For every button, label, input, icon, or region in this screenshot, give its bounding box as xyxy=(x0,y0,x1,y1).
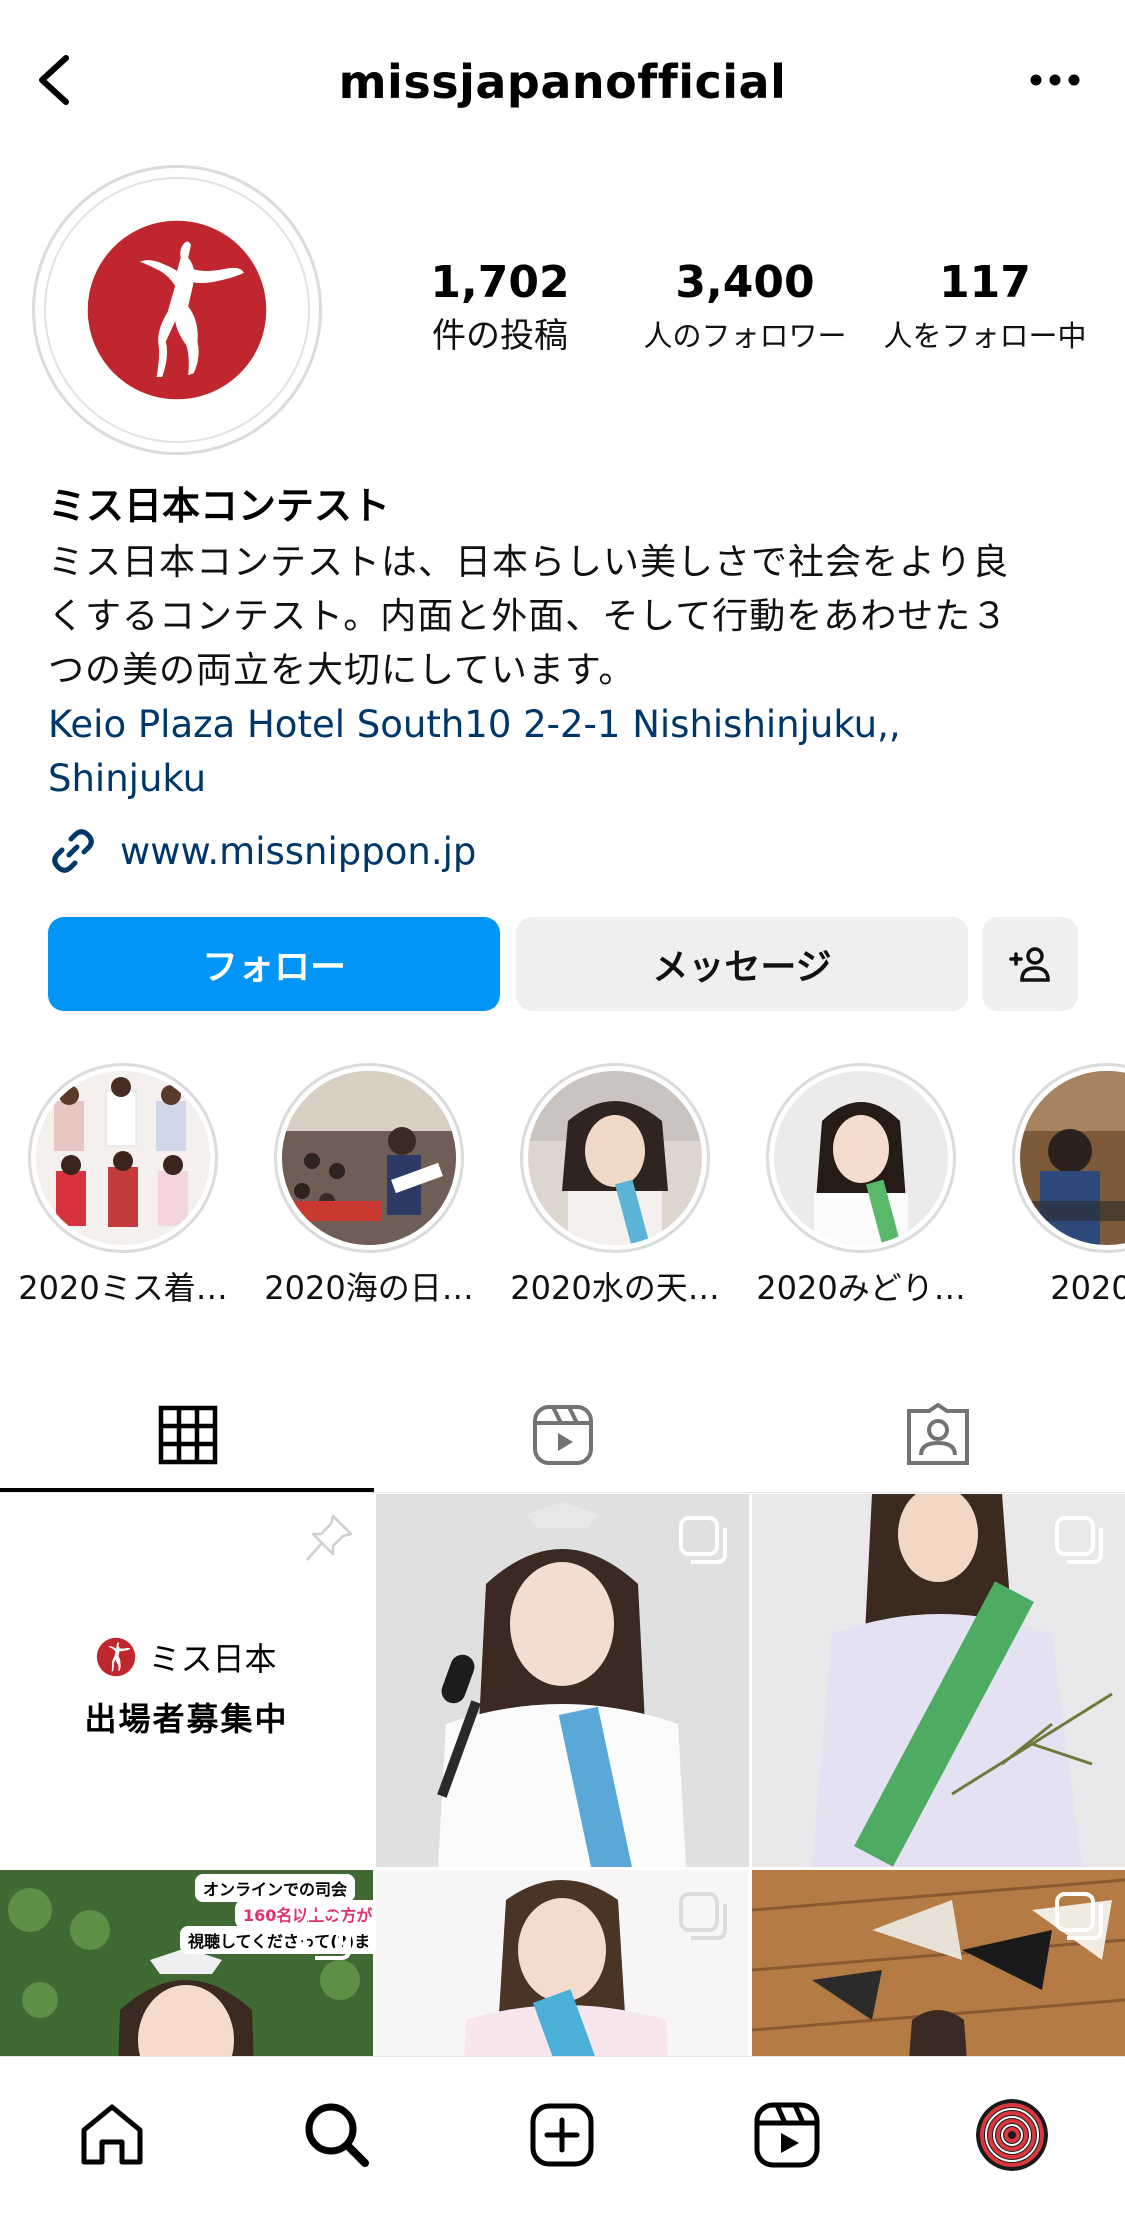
pin-icon xyxy=(306,1514,353,1561)
profile-stats: 1,702 件の投稿 3,400 人のフォロワー 117 人をフォロー中 xyxy=(400,255,1100,375)
nav-home[interactable] xyxy=(72,2095,152,2175)
highlight-item[interactable]: 2020海の日… xyxy=(254,1063,484,1313)
post-thumbnail[interactable] xyxy=(376,1870,749,2056)
highlight-cover-image xyxy=(1020,1071,1125,1245)
location-line: Keio Plaza Hotel South10 2-2-1 Nishishin… xyxy=(48,703,901,746)
highlight-label: 2020ク xyxy=(1050,1269,1125,1307)
highlight-cover-image xyxy=(282,1071,456,1245)
link-icon xyxy=(48,826,98,876)
following-count: 117 xyxy=(939,257,1031,308)
recruit-headline: 出場者募集中 xyxy=(84,1700,289,1738)
nav-create-post[interactable] xyxy=(522,2095,602,2175)
multi-photo-icon xyxy=(679,1892,727,1940)
search-icon xyxy=(305,2103,369,2167)
bio-line: つの美の両立を大切にしています。 xyxy=(48,650,636,691)
tab-reels[interactable] xyxy=(375,1378,750,1492)
post-thumbnail[interactable] xyxy=(752,1870,1125,2056)
bottom-navigation xyxy=(0,2056,1125,2235)
miss-japan-logo xyxy=(87,220,267,400)
follow-button[interactable]: フォロー xyxy=(48,917,500,1011)
more-horizontal-icon xyxy=(1030,74,1080,86)
highlight-label: 2020水の天… xyxy=(510,1269,720,1307)
tab-tagged[interactable] xyxy=(750,1378,1125,1492)
highlight-item[interactable]: 2020みどり… xyxy=(746,1063,976,1313)
tab-posts-grid[interactable] xyxy=(0,1378,375,1492)
profile-header: missjapanofficial xyxy=(0,0,1125,165)
nav-profile[interactable] xyxy=(972,2095,1052,2175)
post-thumbnail[interactable] xyxy=(376,1494,749,1867)
profile-avatar-icon xyxy=(976,2099,1048,2171)
followers-stat[interactable]: 3,400 人のフォロワー xyxy=(630,255,860,361)
posts-grid: ミス日本 出場者募集中 オンラインでの司会 160名以上の方が 視聴してくださっ… xyxy=(0,1494,1125,2056)
highlight-cover-image xyxy=(774,1071,948,1245)
post-overlay-text: オンラインでの司会 xyxy=(195,1874,356,1902)
website-link[interactable]: www.missnippon.jp xyxy=(48,824,1088,878)
highlight-label: 2020海の日… xyxy=(264,1269,474,1307)
profile-bio: ミス日本コンテスト ミス日本コンテストは、日本らしい美しさで社会をより良 くする… xyxy=(48,478,1088,878)
message-button[interactable]: メッセージ xyxy=(516,917,968,1011)
profile-avatar[interactable] xyxy=(32,165,322,455)
tagged-person-icon xyxy=(906,1403,969,1465)
home-icon xyxy=(81,2104,143,2165)
highlight-label: 2020ミス着… xyxy=(18,1269,228,1307)
create-post-icon xyxy=(530,2103,594,2167)
chevron-left-icon xyxy=(39,55,69,105)
tabs-divider xyxy=(0,1492,1125,1493)
location-line: Shinjuku xyxy=(48,757,207,800)
highlight-cover-image xyxy=(528,1071,702,1245)
highlight-item[interactable]: 2020ク xyxy=(992,1063,1125,1313)
highlight-label: 2020みどり… xyxy=(756,1269,966,1307)
bio-text: ミス日本コンテストは、日本らしい美しさで社会をより良 くするコンテスト。内面と外… xyxy=(48,536,1088,698)
highlight-item[interactable]: 2020ミス着… xyxy=(8,1063,238,1313)
post-thumbnail[interactable]: オンラインでの司会 160名以上の方が 視聴してくださって(?)ました！ xyxy=(0,1870,373,2056)
followers-count: 3,400 xyxy=(675,257,815,308)
multi-photo-icon xyxy=(1055,1516,1103,1564)
recruit-brand: ミス日本 xyxy=(0,1634,373,1680)
posts-stat[interactable]: 1,702 件の投稿 xyxy=(400,255,600,361)
add-person-icon xyxy=(1009,947,1050,982)
posts-label: 件の投稿 xyxy=(432,316,568,356)
following-stat[interactable]: 117 人をフォロー中 xyxy=(870,255,1100,361)
highlight-item[interactable]: 2020水の天… xyxy=(500,1063,730,1313)
reels-icon xyxy=(754,2102,820,2168)
profile-actions: フォロー メッセージ xyxy=(48,917,1078,1011)
nav-reels[interactable] xyxy=(747,2095,827,2175)
display-name: ミス日本コンテスト xyxy=(48,484,391,528)
story-highlights: 2020ミス着… 2020海の日… 2020水の天… 2020みどり… 2020 xyxy=(0,1063,1125,1313)
profile-username: missjapanofficial xyxy=(338,55,787,109)
back-button[interactable] xyxy=(24,50,84,110)
recruit-brand-text: ミス日本 xyxy=(148,1640,277,1678)
bio-line: ミス日本コンテストは、日本らしい美しさで社会をより良 xyxy=(48,542,1010,583)
following-label: 人をフォロー中 xyxy=(883,319,1087,353)
post-thumbnail[interactable] xyxy=(752,1494,1125,1867)
more-options-button[interactable] xyxy=(1025,60,1085,100)
profile-tabs xyxy=(0,1378,1125,1492)
suggested-accounts-button[interactable] xyxy=(982,917,1078,1011)
miss-japan-logo xyxy=(97,1637,136,1677)
followers-label: 人のフォロワー xyxy=(643,319,847,353)
grid-icon xyxy=(158,1405,217,1465)
posts-count: 1,702 xyxy=(430,257,570,308)
location-link[interactable]: Keio Plaza Hotel South10 2-2-1 Nishishin… xyxy=(48,698,1088,806)
multi-photo-icon xyxy=(303,1912,351,1960)
multi-photo-icon xyxy=(679,1516,727,1564)
highlight-cover-image xyxy=(36,1071,210,1245)
nav-search[interactable] xyxy=(297,2095,377,2175)
multi-photo-icon xyxy=(1055,1892,1103,1940)
post-pinned-recruit[interactable]: ミス日本 出場者募集中 xyxy=(0,1494,373,1867)
bio-line: くするコンテスト。内面と外面、そして行動をあわせた３ xyxy=(48,596,1009,637)
reels-icon xyxy=(532,1405,593,1465)
website-url: www.missnippon.jp xyxy=(120,829,477,873)
